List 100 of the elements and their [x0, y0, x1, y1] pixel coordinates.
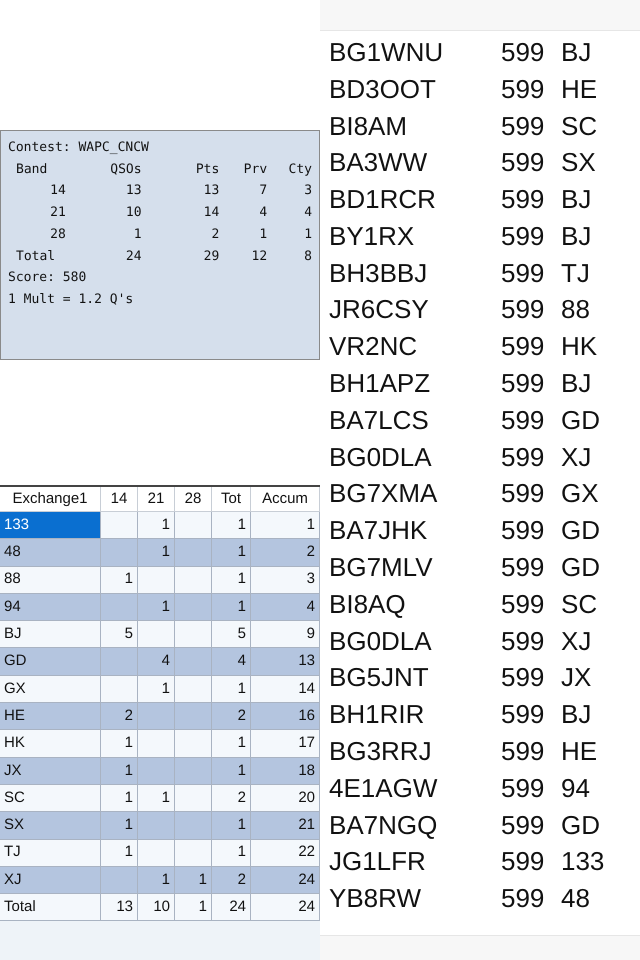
- callsign: 4E1AGW: [329, 772, 438, 805]
- callsign: BH1RIR: [329, 698, 426, 732]
- table-cell: [175, 840, 212, 867]
- callsign: JG1LFR: [329, 845, 427, 878]
- table-cell: 1: [101, 730, 138, 758]
- exchange-value: GD: [561, 404, 600, 437]
- table-cell: 1: [101, 840, 138, 867]
- signal-report: 599: [501, 514, 546, 548]
- callsign: VR2NC: [329, 330, 418, 364]
- table-cell: 1: [101, 784, 138, 812]
- table-cell: 1: [212, 594, 251, 622]
- exchange-value: GD: [561, 514, 600, 548]
- table-cell: [175, 758, 212, 785]
- summary-value: 2: [211, 226, 220, 242]
- column-header: Band: [16, 162, 48, 177]
- signal-report: 599: [501, 36, 546, 69]
- signal-report: 599: [501, 882, 546, 916]
- exchange-value: BJ: [561, 36, 592, 69]
- signal-report: 599: [501, 183, 546, 216]
- callsign: BI8AM: [329, 110, 408, 142]
- table-cell: [175, 784, 212, 812]
- table-cell: [175, 539, 212, 567]
- callsign: BG7XMA: [329, 477, 438, 510]
- exchange-value: SX: [561, 146, 596, 180]
- score-text: Score: 580: [8, 269, 88, 288]
- summary-value: 13: [126, 183, 142, 198]
- table-cell: 16: [251, 703, 320, 730]
- table-cell: 2: [212, 784, 251, 812]
- table-cell[interactable]: TJ: [0, 840, 101, 867]
- exchange-value: XJ: [561, 440, 592, 474]
- callsign: BG7MLV: [329, 551, 434, 584]
- table-cell: 2: [251, 539, 320, 567]
- table-cell: [138, 730, 175, 758]
- exchange-value: 88: [561, 293, 590, 326]
- table-cell: [138, 812, 175, 840]
- callsign: BA7JHK: [329, 514, 428, 548]
- table-cell: [138, 621, 175, 648]
- table-cell: 1: [101, 812, 138, 840]
- table-cell: 24: [251, 866, 320, 894]
- table-cell: 14: [251, 676, 320, 704]
- table-cell: [101, 539, 138, 567]
- signal-report: 599: [501, 551, 546, 584]
- exchange-value: GX: [561, 477, 599, 510]
- table-cell[interactable]: HK: [0, 730, 101, 758]
- table-cell: [175, 812, 212, 840]
- exchange-value: GD: [561, 808, 600, 842]
- callsign: BH3BBJ: [329, 256, 428, 290]
- summary-value: 28: [50, 226, 66, 242]
- summary-value: 14: [50, 183, 66, 198]
- table-cell[interactable]: SC: [0, 784, 101, 812]
- mult-text: 1 Mult = 1.2 Q's: [8, 290, 134, 309]
- table-cell: [101, 594, 138, 622]
- table-cell[interactable]: 133: [0, 512, 101, 540]
- table-cell[interactable]: 48: [0, 539, 101, 567]
- table-cell: [101, 648, 138, 676]
- table-cell: 2: [212, 866, 251, 894]
- table-cell: 24: [212, 894, 251, 922]
- signal-report: 599: [501, 256, 546, 290]
- signal-report: 599: [501, 404, 546, 437]
- table-cell: [175, 730, 212, 758]
- callsign: BD3OOT: [329, 72, 437, 106]
- callsign: BD1RCR: [329, 183, 437, 216]
- summary-value: 29: [204, 248, 220, 264]
- table-cell[interactable]: HE: [0, 703, 101, 730]
- table-cell[interactable]: SX: [0, 812, 101, 840]
- table-cell: 1: [175, 866, 212, 894]
- exchange-value: XJ: [561, 624, 592, 658]
- table-cell: 5: [212, 621, 251, 648]
- table-cell[interactable]: 88: [0, 566, 101, 594]
- table-cell: 1: [212, 730, 251, 758]
- table-cell: 4: [251, 594, 320, 622]
- table-cell: 1: [175, 894, 212, 922]
- callsign: BG0DLA: [329, 624, 433, 658]
- summary-value: 3: [304, 183, 312, 198]
- table-cell[interactable]: XJ: [0, 866, 101, 894]
- table-cell: 10: [138, 894, 175, 922]
- exchange-value: TJ: [561, 256, 590, 290]
- table-cell: 24: [251, 894, 320, 922]
- table-cell: [101, 676, 138, 704]
- column-header: Cty: [288, 162, 312, 177]
- table-cell[interactable]: BJ: [0, 621, 101, 648]
- callsign: BG3RRJ: [329, 735, 433, 768]
- summary-value: 7: [259, 183, 268, 198]
- table-cell[interactable]: GD: [0, 648, 101, 676]
- exchange-value: GD: [561, 551, 600, 584]
- table-cell[interactable]: JX: [0, 758, 101, 785]
- table-cell[interactable]: 94: [0, 594, 101, 622]
- summary-value: 12: [252, 248, 268, 264]
- table-cell: 1: [138, 784, 175, 812]
- summary-value: 24: [126, 248, 142, 264]
- table-cell: [138, 840, 175, 867]
- summary-value: 14: [204, 205, 220, 220]
- table-cell[interactable]: GX: [0, 676, 101, 704]
- summary-value: 1: [134, 226, 142, 242]
- table-cell: 1: [138, 866, 175, 894]
- table-cell[interactable]: Total: [0, 894, 101, 922]
- column-header: QSOs: [110, 162, 142, 177]
- signal-report: 599: [501, 772, 546, 805]
- table-cell: [175, 566, 212, 594]
- table-cell: 1: [251, 512, 320, 540]
